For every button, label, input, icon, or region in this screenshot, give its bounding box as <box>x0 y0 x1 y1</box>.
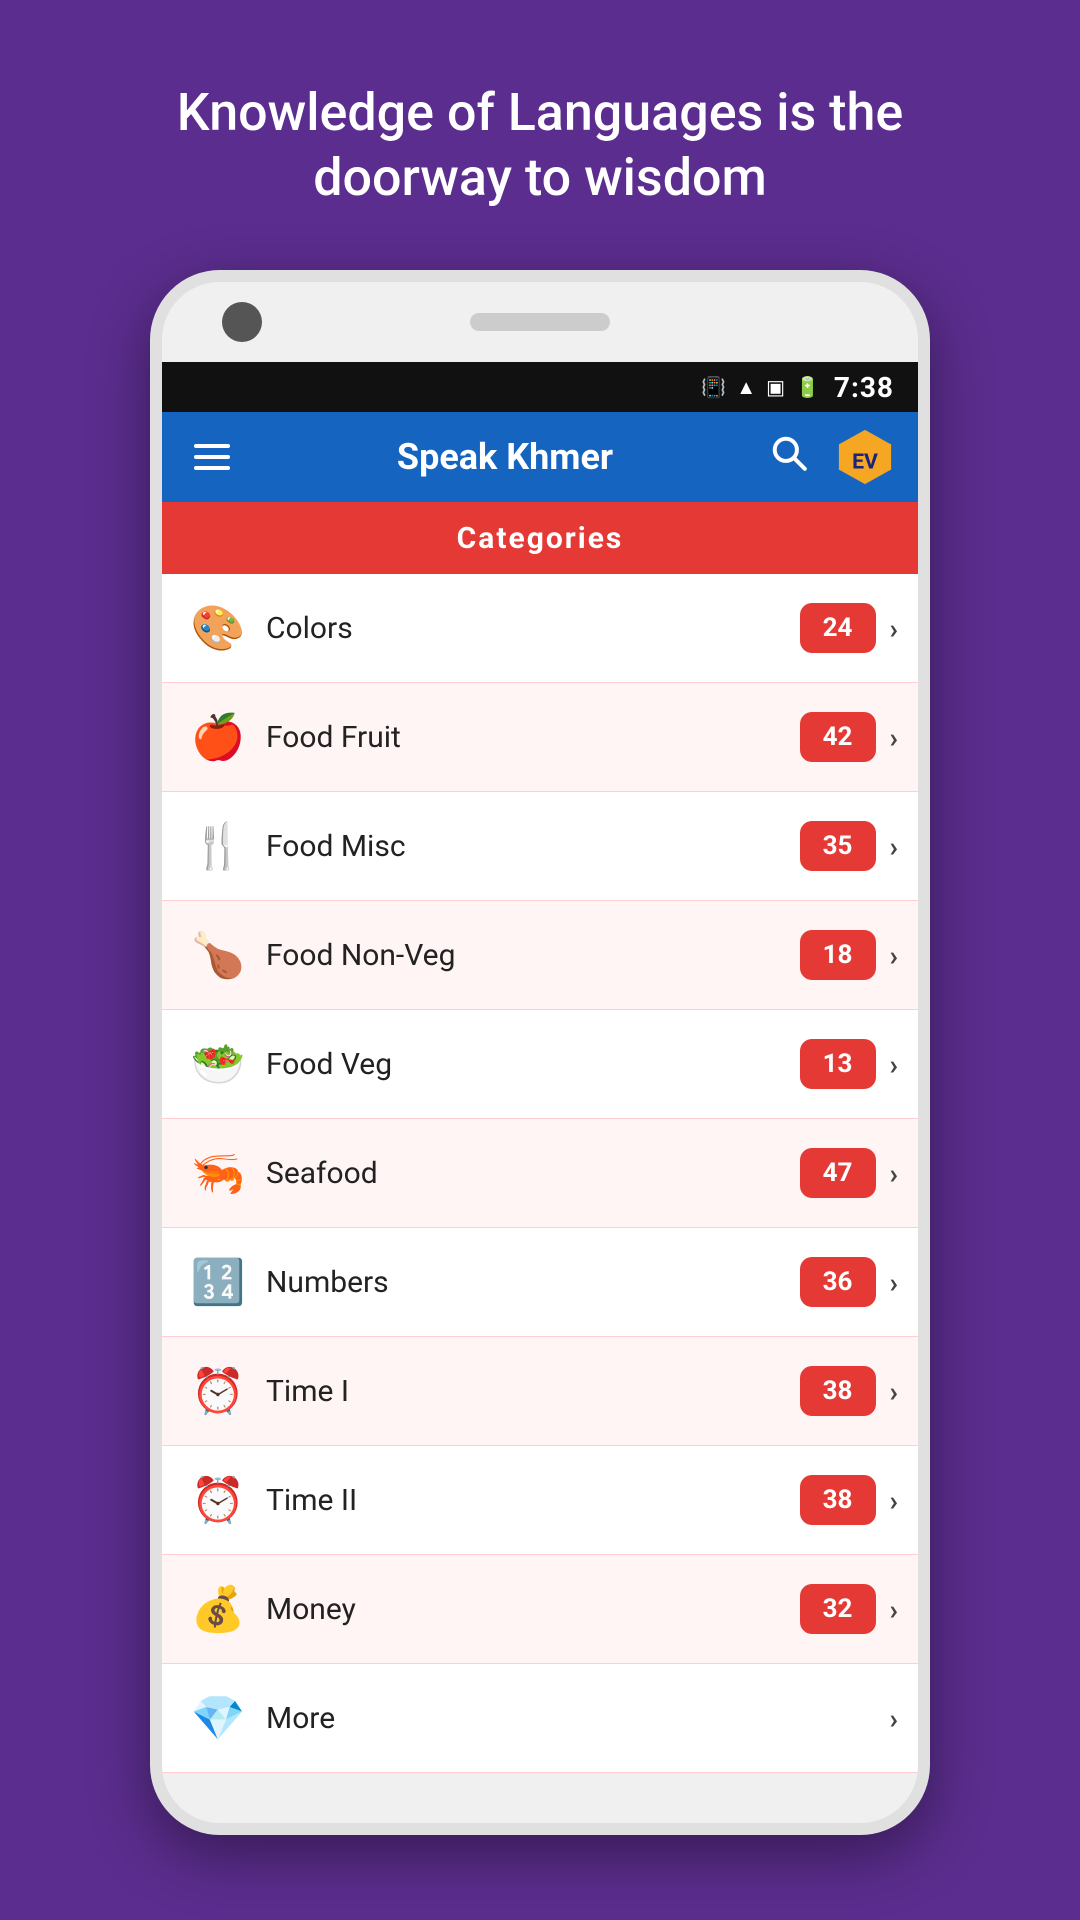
category-icon: 🍴 <box>182 810 254 882</box>
list-item[interactable]: 💰 Money32 › <box>162 1555 918 1664</box>
category-count: 35 <box>800 821 876 871</box>
category-icon: ⏰ <box>182 1464 254 1536</box>
category-name: More <box>266 1701 876 1736</box>
list-item[interactable]: 🍴 Food Misc35 › <box>162 792 918 901</box>
category-arrow-icon: › <box>890 1593 898 1626</box>
phone-camera <box>222 302 262 342</box>
app-bar: Speak Khmer EV <box>162 412 918 502</box>
category-icon: 💎 <box>182 1682 254 1754</box>
category-name: Time II <box>266 1483 800 1518</box>
phone-speaker <box>470 313 610 331</box>
phone-bottom-bar <box>162 1773 918 1823</box>
category-name: Food Non-Veg <box>266 938 800 973</box>
category-icon: 🍎 <box>182 701 254 773</box>
category-name: Food Veg <box>266 1047 800 1082</box>
wifi-icon: ▲ <box>736 375 756 400</box>
app-title: Speak Khmer <box>268 436 742 478</box>
category-count: 32 <box>800 1584 876 1634</box>
status-icons: 📳 ▲ ▣ 🔋 <box>701 375 820 400</box>
categories-header-label: Categories <box>457 521 624 556</box>
category-name: Food Fruit <box>266 720 800 755</box>
search-button[interactable] <box>762 426 816 489</box>
category-arrow-icon: › <box>890 939 898 972</box>
category-arrow-icon: › <box>890 1157 898 1190</box>
category-name: Colors <box>266 611 800 646</box>
category-arrow-icon: › <box>890 1375 898 1408</box>
category-name: Time I <box>266 1374 800 1409</box>
category-count: 18 <box>800 930 876 980</box>
list-item[interactable]: 🍗 Food Non-Veg18 › <box>162 901 918 1010</box>
phone-frame: 📳 ▲ ▣ 🔋 7:38 Speak Khmer EV C <box>150 270 930 1835</box>
hero-text: Knowledge of Languages is the doorway to… <box>0 0 1080 270</box>
category-icon: 🎨 <box>182 592 254 664</box>
category-arrow-icon: › <box>890 1266 898 1299</box>
menu-button[interactable] <box>186 436 238 478</box>
list-item[interactable]: 🎨 Colors24 › <box>162 574 918 683</box>
hamburger-line-3 <box>194 466 230 470</box>
category-arrow-icon: › <box>890 721 898 754</box>
hamburger-line-2 <box>194 455 230 459</box>
category-arrow-icon: › <box>890 612 898 645</box>
phone-sensors <box>818 315 858 329</box>
list-item[interactable]: 🦐 Seafood47 › <box>162 1119 918 1228</box>
list-item[interactable]: 💎 More › <box>162 1664 918 1773</box>
categories-header: Categories <box>162 502 918 574</box>
hamburger-line-1 <box>194 444 230 448</box>
phone-top-bar <box>162 282 918 362</box>
category-icon: 🍗 <box>182 919 254 991</box>
list-item[interactable]: ⏰ Time I38 › <box>162 1337 918 1446</box>
category-count: 47 <box>800 1148 876 1198</box>
category-icon: ⏰ <box>182 1355 254 1427</box>
category-arrow-icon: › <box>890 830 898 863</box>
category-name: Numbers <box>266 1265 800 1300</box>
svg-text:EV: EV <box>852 450 878 475</box>
status-time: 7:38 <box>834 371 894 404</box>
category-count: 38 <box>800 1366 876 1416</box>
status-bar: 📳 ▲ ▣ 🔋 7:38 <box>162 362 918 412</box>
vibrate-icon: 📳 <box>701 375 726 399</box>
category-icon: 🥗 <box>182 1028 254 1100</box>
category-icon: 💰 <box>182 1573 254 1645</box>
ev-logo[interactable]: EV <box>836 428 894 486</box>
category-name: Food Misc <box>266 829 800 864</box>
category-count: 38 <box>800 1475 876 1525</box>
signal-icon: ▣ <box>766 375 785 399</box>
category-icon: 🦐 <box>182 1137 254 1209</box>
category-name: Money <box>266 1592 800 1627</box>
category-arrow-icon: › <box>890 1048 898 1081</box>
category-icon: 🔢 <box>182 1246 254 1318</box>
battery-icon: 🔋 <box>795 375 820 399</box>
category-count: 24 <box>800 603 876 653</box>
category-count: 36 <box>800 1257 876 1307</box>
category-name: Seafood <box>266 1156 800 1191</box>
list-item[interactable]: 🥗 Food Veg13 › <box>162 1010 918 1119</box>
list-item[interactable]: 🔢 Numbers36 › <box>162 1228 918 1337</box>
category-count: 42 <box>800 712 876 762</box>
category-arrow-icon: › <box>890 1484 898 1517</box>
category-arrow-icon: › <box>890 1702 898 1735</box>
categories-list: 🎨 Colors24 › 🍎 Food Fruit42 › 🍴 Food Misc35 › 🍗 Fo… <box>162 574 918 1773</box>
list-item[interactable]: 🍎 Food Fruit42 › <box>162 683 918 792</box>
list-item[interactable]: ⏰ Time II38 › <box>162 1446 918 1555</box>
category-count: 13 <box>800 1039 876 1089</box>
